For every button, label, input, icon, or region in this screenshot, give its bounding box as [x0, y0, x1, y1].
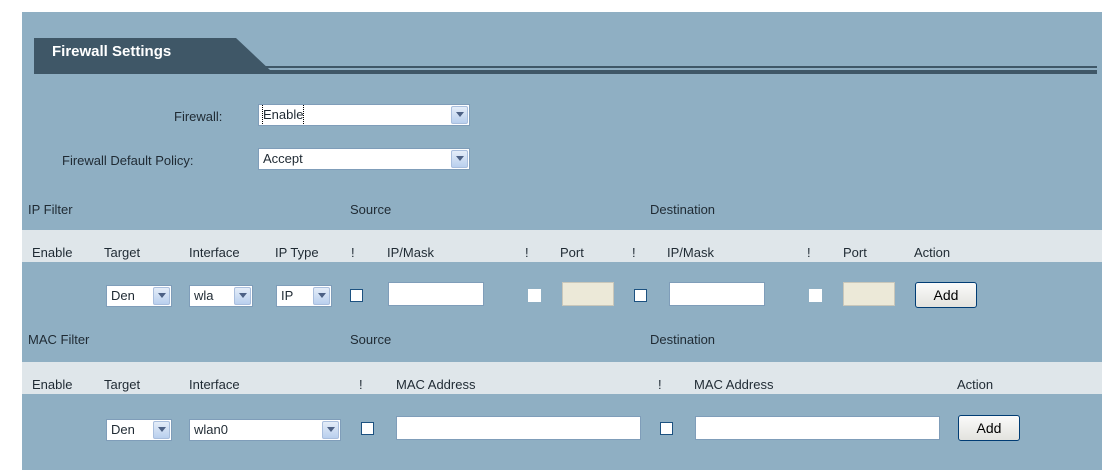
mac-header-interface: Interface — [189, 377, 240, 392]
ip-header-enable: Enable — [32, 245, 73, 260]
mac-dst-not-checkbox[interactable] — [660, 422, 673, 435]
mac-target-value: Den — [111, 422, 135, 437]
mac-header-not-dst: ! — [658, 377, 662, 392]
firewall-label: Firewall: — [174, 109, 223, 124]
ip-src-ipmask-input[interactable] — [388, 282, 484, 306]
ip-header-target: Target — [104, 245, 141, 260]
default-policy-label: Firewall Default Policy: — [62, 153, 194, 168]
chevron-down-icon — [322, 421, 339, 439]
ip-header-src-port: Port — [560, 245, 584, 260]
mac-header-target: Target — [104, 377, 141, 392]
ip-header-src-ipmask: IP/Mask — [387, 245, 434, 260]
mac-header-not-src: ! — [359, 377, 363, 392]
ip-header-dst-port: Port — [843, 245, 867, 260]
title-rule — [34, 70, 1097, 74]
mac-target-select[interactable]: Den — [106, 419, 172, 441]
ip-header-ip-type: IP Type — [275, 245, 319, 260]
ip-src-ip-not-checkbox[interactable] — [350, 289, 363, 302]
ip-header-not-src-port: ! — [525, 245, 529, 260]
ip-type-select[interactable]: IP — [276, 285, 332, 307]
default-policy-select-value: Accept — [263, 151, 303, 166]
firewall-settings-panel: Firewall Settings Firewall: Enable Firew… — [22, 12, 1102, 470]
chevron-down-icon — [153, 421, 170, 439]
ip-header-not-src-ip: ! — [351, 245, 355, 260]
default-policy-select[interactable]: Accept — [258, 148, 470, 170]
mac-src-address-input[interactable] — [396, 416, 641, 440]
mac-filter-section-label: MAC Filter — [28, 332, 90, 347]
mac-filter-header-band — [22, 362, 1102, 394]
ip-interface-value: wla — [194, 288, 214, 303]
chevron-down-icon — [313, 287, 330, 305]
chevron-down-icon — [451, 150, 468, 168]
title-rule-top — [252, 66, 1097, 68]
mac-add-button[interactable]: Add — [958, 415, 1020, 441]
ip-header-action: Action — [914, 245, 951, 260]
ip-header-not-dst-port: ! — [807, 245, 811, 260]
mac-header-dst-mac: MAC Address — [694, 377, 774, 392]
ip-src-port-not-checkbox[interactable] — [528, 289, 541, 302]
mac-interface-value: wlan0 — [194, 422, 228, 437]
mac-header-action: Action — [957, 377, 994, 392]
ip-add-button[interactable]: Add — [915, 282, 977, 308]
ip-header-dst-ipmask: IP/Mask — [667, 245, 714, 260]
mac-filter-destination-label: Destination — [650, 332, 716, 347]
ip-header-interface: Interface — [189, 245, 240, 260]
mac-filter-source-label: Source — [350, 332, 392, 347]
ip-dst-ip-not-checkbox[interactable] — [634, 289, 647, 302]
firewall-select[interactable]: Enable — [258, 104, 470, 126]
ip-target-value: Den — [111, 288, 135, 303]
mac-dst-address-input[interactable] — [695, 416, 940, 440]
ip-header-not-dst-ip: ! — [632, 245, 636, 260]
chevron-down-icon — [153, 287, 170, 305]
chevron-down-icon — [451, 106, 468, 124]
mac-header-src-mac: MAC Address — [396, 377, 476, 392]
ip-filter-source-label: Source — [350, 202, 392, 217]
ip-dst-port-input[interactable] — [843, 282, 895, 306]
ip-type-value: IP — [281, 288, 294, 303]
ip-filter-section-label: IP Filter — [28, 202, 73, 217]
ip-target-select[interactable]: Den — [106, 285, 172, 307]
page-title: Firewall Settings — [52, 43, 172, 60]
chevron-down-icon — [234, 287, 251, 305]
firewall-select-value: Enable — [261, 105, 305, 125]
mac-src-not-checkbox[interactable] — [361, 422, 374, 435]
ip-dst-ipmask-input[interactable] — [669, 282, 765, 306]
mac-interface-select[interactable]: wlan0 — [189, 419, 341, 441]
ip-src-port-input[interactable] — [562, 282, 614, 306]
ip-dst-port-not-checkbox[interactable] — [809, 289, 822, 302]
mac-header-enable: Enable — [32, 377, 73, 392]
ip-interface-select[interactable]: wla — [189, 285, 253, 307]
ip-filter-destination-label: Destination — [650, 202, 716, 217]
